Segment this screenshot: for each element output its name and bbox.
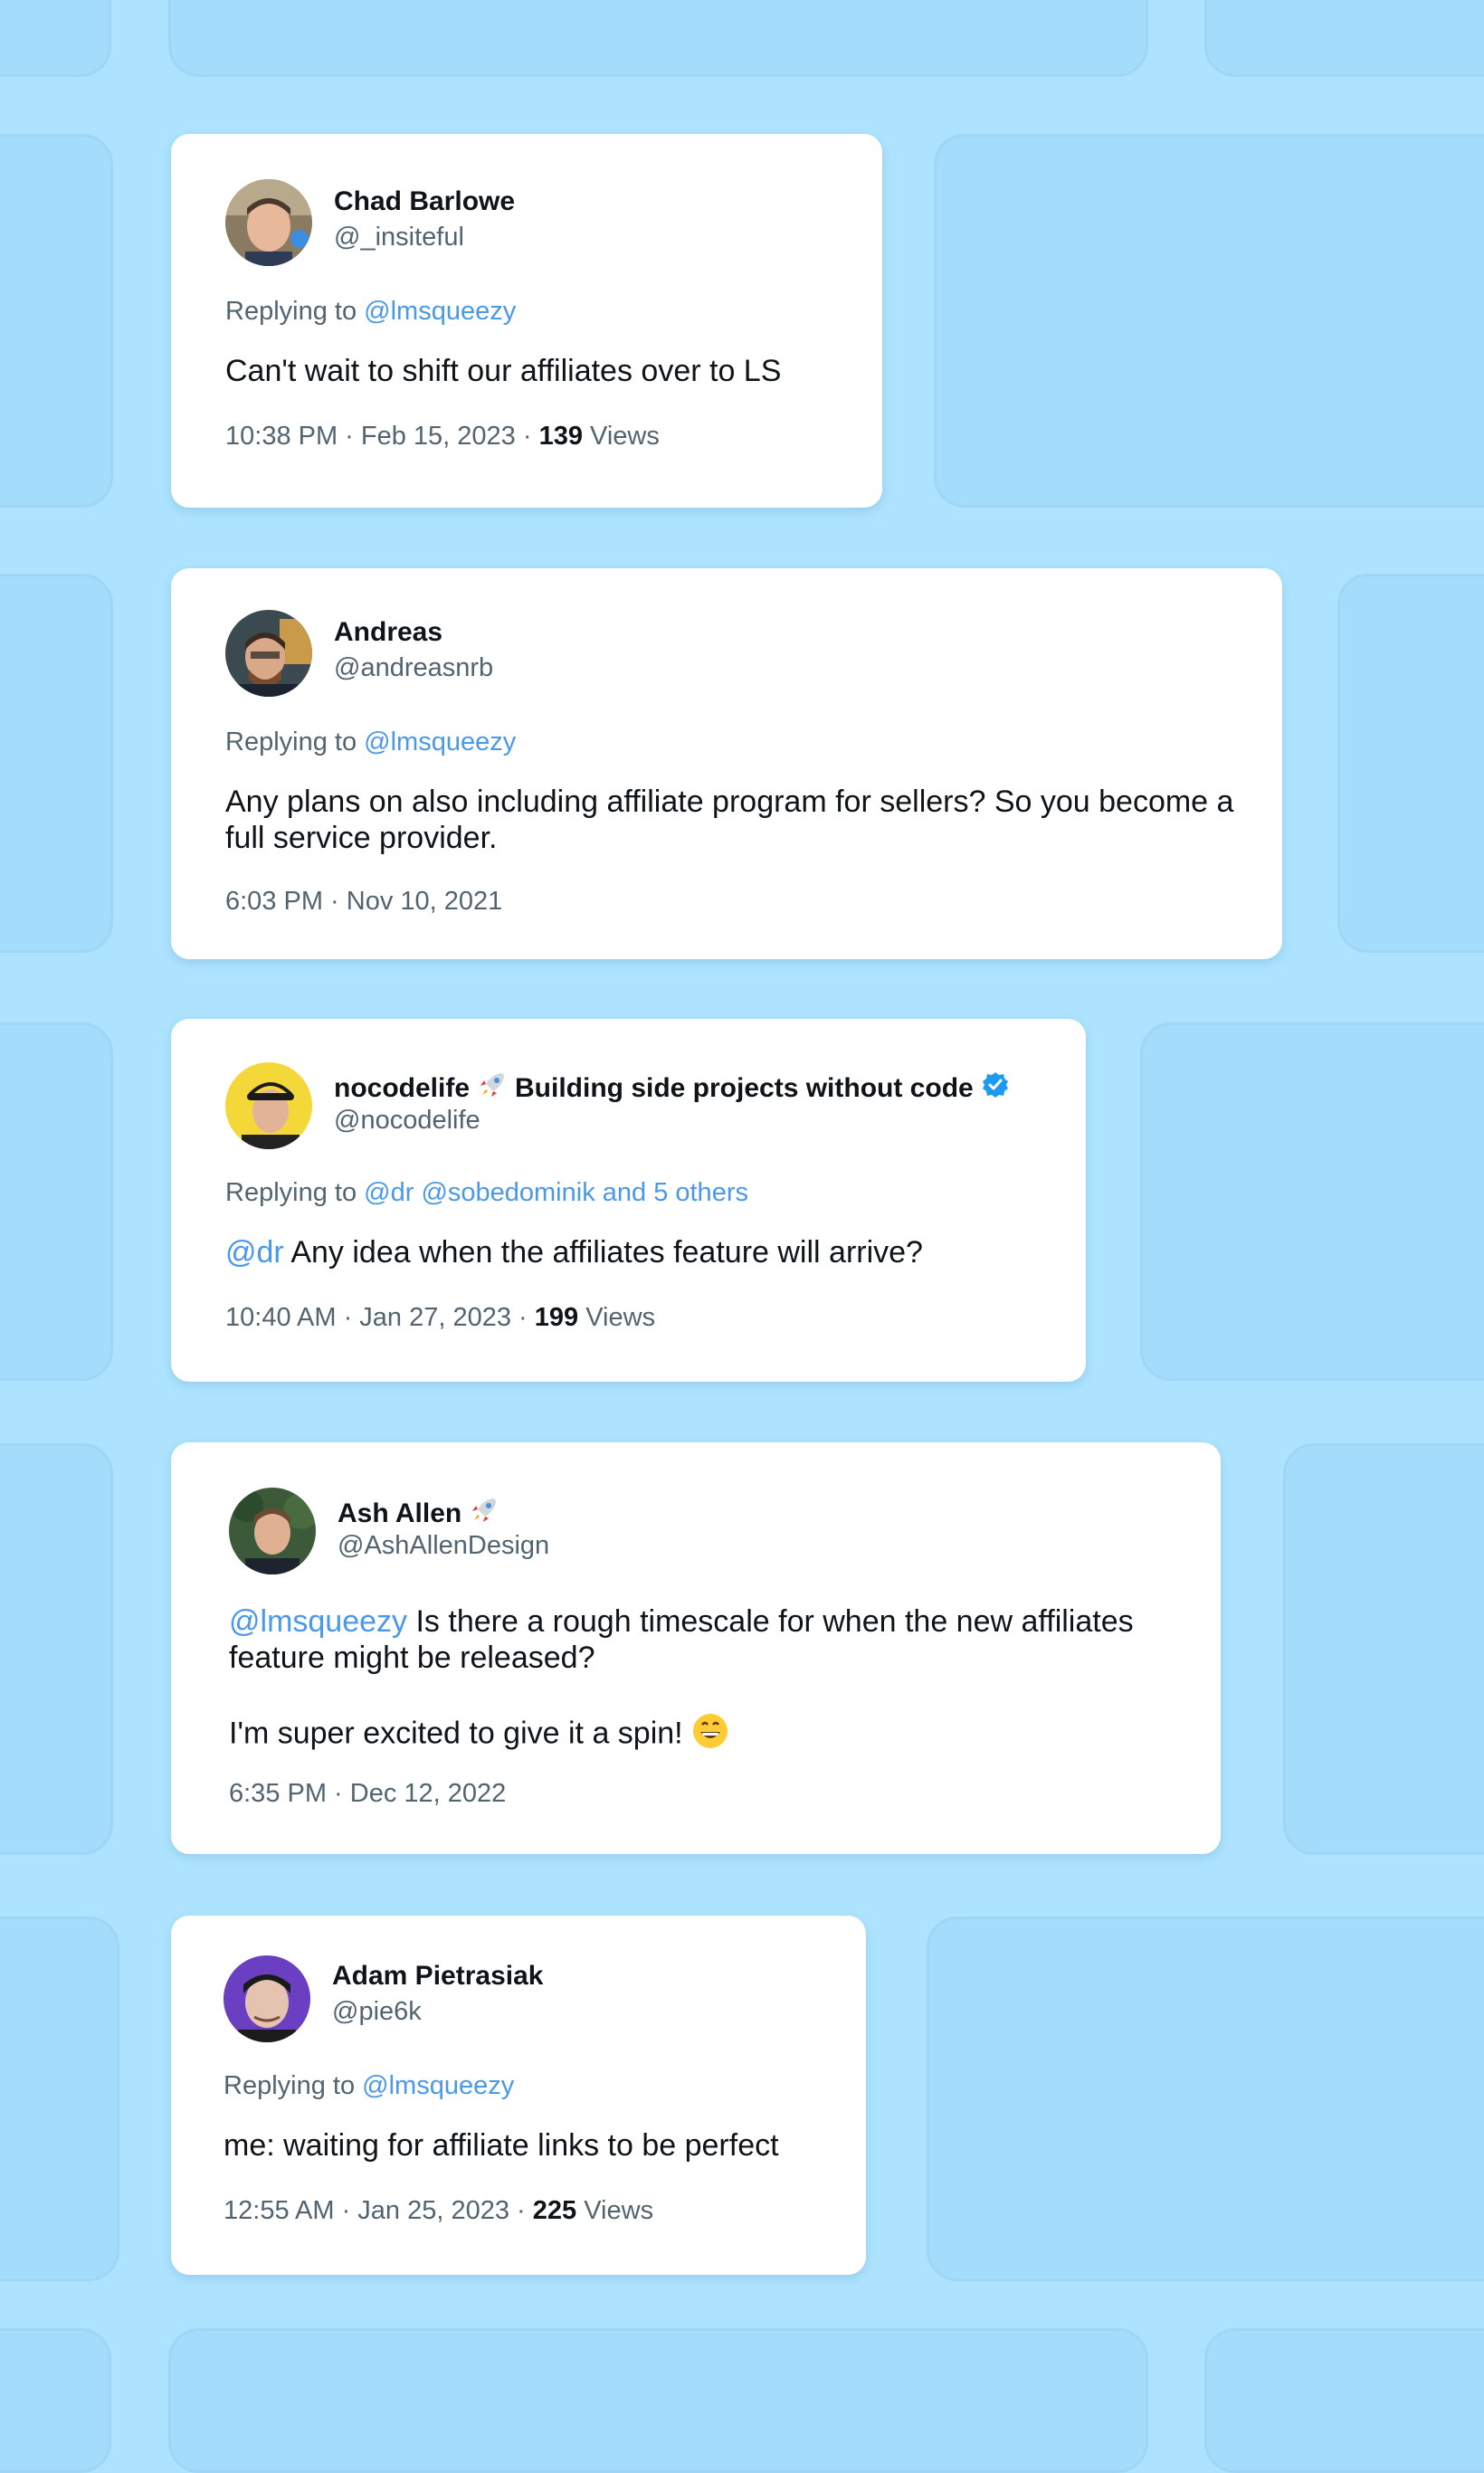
bg-tile <box>0 1917 119 2281</box>
tweet-meta: 6:35 PM · Dec 12, 2022 <box>229 1779 506 1809</box>
avatar[interactable] <box>224 1955 310 2042</box>
bg-tile <box>0 0 111 77</box>
tweet-text: me: waiting for affiliate links to be pe… <box>224 2128 779 2163</box>
replying-to: Replying to @lmsqueezy <box>225 297 516 327</box>
author-name[interactable]: Andreas <box>334 617 442 648</box>
replying-label: Replying to <box>225 728 357 756</box>
tweet-text: @dr Any idea when the affiliates feature… <box>225 1234 1040 1270</box>
author-name[interactable]: Adam Pietrasiak <box>332 1961 543 1992</box>
replying-mention-link[interactable]: @dr @sobedominik and 5 others <box>364 1178 748 1207</box>
views-label: Views <box>585 1303 656 1332</box>
tweet-text-content-2: I'm super excited to give it a spin! <box>229 1716 683 1751</box>
tweet-text-content: Any idea when the affiliates feature wil… <box>283 1235 923 1270</box>
author-name[interactable]: Ash Allen <box>338 1495 499 1533</box>
bg-tile <box>1337 574 1484 953</box>
replying-to: Replying to @dr @sobedominik and 5 other… <box>225 1178 748 1208</box>
avatar[interactable] <box>225 1062 312 1149</box>
bg-tile <box>168 0 1148 77</box>
tweet-text-line2: I'm super excited to give it a spin! <box>229 1712 1188 1758</box>
replying-to: Replying to @lmsqueezy <box>225 728 516 757</box>
tweet-meta: 6:03 PM · Nov 10, 2021 <box>225 887 502 917</box>
bg-tile <box>934 134 1484 508</box>
bg-tile <box>0 1022 113 1381</box>
replying-to: Replying to @lmsqueezy <box>224 2071 514 2101</box>
bg-tile <box>1140 1022 1484 1381</box>
grinning-face-icon <box>691 1712 729 1758</box>
bg-tile <box>168 2328 1148 2473</box>
rocket-icon <box>469 1495 499 1533</box>
tweet-text: @lmsqueezy Is there a rough timescale fo… <box>229 1603 1188 1676</box>
views-label: Views <box>590 422 660 451</box>
tweet-timestamp[interactable]: 10:40 AM · Jan 27, 2023 · <box>225 1303 528 1332</box>
author-name-part1: nocodelife <box>334 1073 471 1103</box>
bg-tile <box>1283 1443 1484 1855</box>
replying-mention-link[interactable]: @lmsqueezy <box>364 297 516 326</box>
tweet-card[interactable]: Ash Allen @AshAllenDesign @lmsqueezy Is … <box>171 1442 1221 1854</box>
tweet-meta: 10:38 PM · Feb 15, 2023 · 139 Views <box>225 422 660 452</box>
avatar[interactable] <box>229 1488 316 1574</box>
tweet-meta: 10:40 AM · Jan 27, 2023 · 199 Views <box>225 1303 655 1333</box>
mention-link[interactable]: @lmsqueezy <box>229 1604 407 1639</box>
author-handle[interactable]: @AshAllenDesign <box>338 1531 549 1561</box>
tweet-timestamp[interactable]: 6:35 PM · Dec 12, 2022 <box>229 1779 506 1808</box>
bg-tile <box>927 1917 1484 2281</box>
views-count: 225 <box>532 2196 577 2225</box>
views-label: Views <box>584 2196 654 2225</box>
replying-mention-link[interactable]: @lmsqueezy <box>362 2071 514 2100</box>
author-handle[interactable]: @nocodelife <box>334 1106 480 1136</box>
views-count: 199 <box>534 1303 579 1332</box>
tweet-card[interactable]: Adam Pietrasiak @pie6k Replying to @lmsq… <box>171 1916 866 2275</box>
author-handle[interactable]: @_insiteful <box>334 223 464 252</box>
bg-tile <box>0 2328 111 2473</box>
tweet-card[interactable]: Andreas @andreasnrb Replying to @lmsquee… <box>171 568 1282 959</box>
avatar[interactable] <box>225 610 312 697</box>
replying-label: Replying to <box>224 2071 356 2100</box>
bg-tile <box>0 134 113 508</box>
tweet-timestamp[interactable]: 6:03 PM · Nov 10, 2021 <box>225 887 502 916</box>
replying-mention-link[interactable]: @lmsqueezy <box>364 728 516 756</box>
tweet-card[interactable]: Chad Barlowe @_insiteful Replying to @lm… <box>171 134 882 508</box>
replying-label: Replying to <box>225 1178 357 1207</box>
author-name[interactable]: nocodelife Building side projects withou… <box>334 1070 1010 1108</box>
avatar[interactable] <box>225 179 312 266</box>
bg-tile <box>0 1443 113 1855</box>
bg-tile <box>0 574 113 953</box>
tweet-meta: 12:55 AM · Jan 25, 2023 · 225 Views <box>224 2196 653 2226</box>
author-handle[interactable]: @pie6k <box>332 1997 422 2027</box>
author-handle[interactable]: @andreasnrb <box>334 653 493 683</box>
bg-tile <box>1204 0 1484 77</box>
tweet-timestamp[interactable]: 12:55 AM · Jan 25, 2023 · <box>224 2196 526 2225</box>
tweet-text: Any plans on also including affiliate pr… <box>225 785 1234 855</box>
verified-badge-icon <box>981 1070 1010 1107</box>
author-name-text: Ash Allen <box>338 1498 462 1528</box>
rocket-icon <box>477 1070 508 1108</box>
mention-link[interactable]: @dr <box>225 1235 284 1270</box>
replying-label: Replying to <box>225 297 357 326</box>
author-name[interactable]: Chad Barlowe <box>334 186 515 217</box>
views-count: 139 <box>538 422 583 451</box>
tweet-card[interactable]: nocodelife Building side projects withou… <box>171 1019 1086 1382</box>
author-name-part2: Building side projects without code <box>515 1073 974 1103</box>
tweet-text: Can't wait to shift our affiliates over … <box>225 354 782 388</box>
tweet-timestamp[interactable]: 10:38 PM · Feb 15, 2023 · <box>225 422 532 451</box>
bg-tile <box>1204 2328 1484 2473</box>
